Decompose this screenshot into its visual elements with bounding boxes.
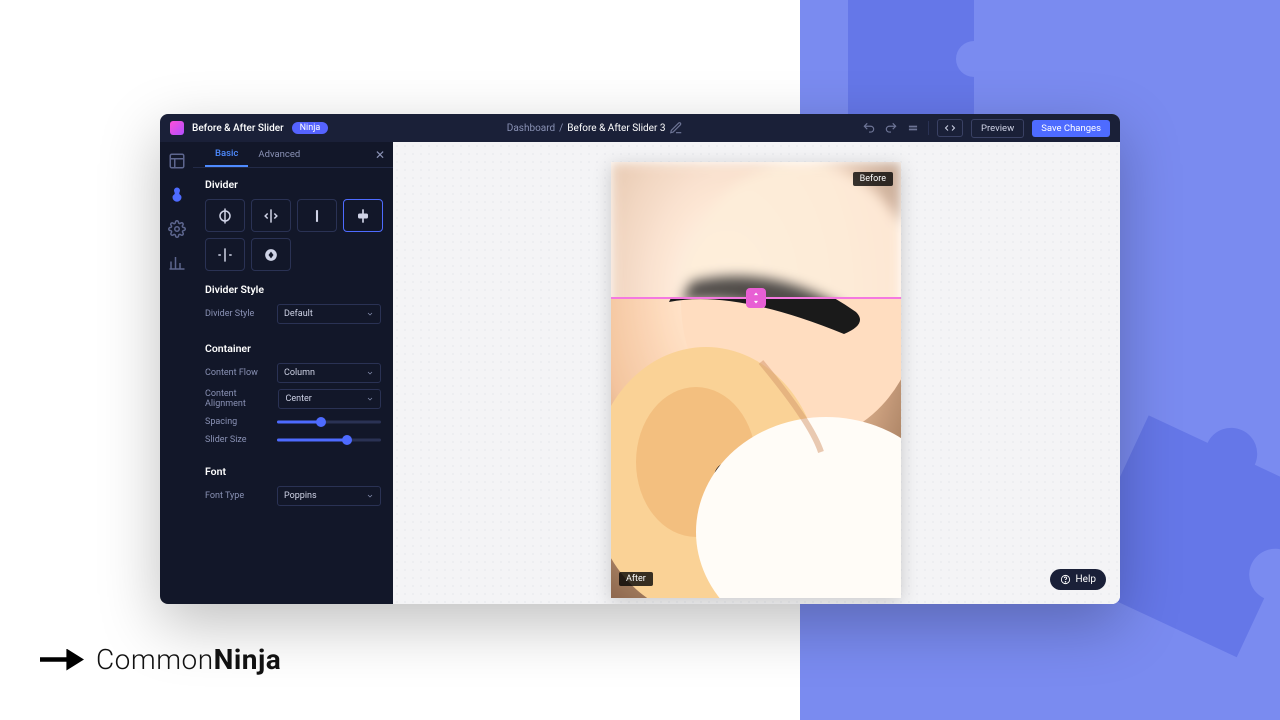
divider-option-3[interactable] (297, 199, 337, 232)
app-window: Before & After Slider Ninja Dashboard / … (160, 114, 1120, 604)
divider-options (205, 199, 381, 271)
chevron-down-icon (366, 310, 374, 318)
spacing-slider[interactable] (277, 417, 381, 427)
arrow-down-icon (751, 298, 761, 305)
before-label: Before (853, 172, 893, 186)
divider-style-label: Divider Style (205, 309, 254, 319)
content-flow-select[interactable]: Column (277, 363, 381, 383)
arrow-up-icon (751, 291, 761, 298)
divider-option-6[interactable] (251, 238, 291, 271)
panel-tabs: Basic Advanced ✕ (193, 142, 393, 168)
brand: CommonNinja (40, 643, 281, 676)
help-label: Help (1076, 574, 1096, 585)
preview-canvas[interactable]: Before After Help (393, 142, 1120, 604)
plan-badge: Ninja (292, 122, 329, 134)
preview-button[interactable]: Preview (971, 119, 1024, 138)
chevron-down-icon (366, 492, 374, 500)
brand-text: CommonNinja (96, 643, 281, 676)
chevron-down-icon (366, 395, 374, 403)
help-button[interactable]: Help (1050, 569, 1106, 590)
help-icon (1060, 574, 1071, 585)
breadcrumb-root[interactable]: Dashboard (507, 123, 555, 134)
content-alignment-label: Content Alignment (205, 389, 278, 409)
tab-advanced[interactable]: Advanced (248, 142, 310, 167)
code-button[interactable] (937, 119, 963, 137)
topbar: Before & After Slider Ninja Dashboard / … (160, 114, 1120, 142)
font-type-value: Poppins (284, 491, 317, 501)
before-after-frame[interactable]: Before After (611, 162, 901, 598)
settings-panel: Basic Advanced ✕ Divider (193, 142, 393, 604)
app-title: Before & After Slider (192, 123, 284, 134)
after-label: After (619, 572, 653, 586)
content-flow-value: Column (284, 368, 315, 378)
save-button[interactable]: Save Changes (1032, 120, 1110, 137)
divider-handle[interactable] (746, 288, 766, 308)
divider-option-5[interactable] (205, 238, 245, 271)
breadcrumb-current[interactable]: Before & After Slider 3 (567, 123, 665, 134)
divider-option-2[interactable] (251, 199, 291, 232)
divider-style-section-title: Divider Style (205, 283, 381, 296)
redo-icon[interactable] (884, 121, 898, 135)
divider-option-1[interactable] (205, 199, 245, 232)
nav-analytics-icon[interactable] (168, 254, 186, 272)
iconbar (160, 142, 193, 604)
close-panel-icon[interactable]: ✕ (375, 148, 385, 162)
nav-layout-icon[interactable] (168, 152, 186, 170)
undo-icon[interactable] (862, 121, 876, 135)
topbar-divider (928, 121, 929, 135)
font-type-select[interactable]: Poppins (277, 486, 381, 506)
content-flow-label: Content Flow (205, 368, 258, 378)
nav-settings-icon[interactable] (168, 220, 186, 238)
content-alignment-select[interactable]: Center (278, 389, 381, 409)
container-section-title: Container (205, 342, 381, 355)
divider-section-title: Divider (205, 178, 381, 191)
content-alignment-value: Center (285, 394, 311, 404)
edit-title-icon[interactable] (669, 121, 683, 135)
slider-size-label: Slider Size (205, 435, 247, 445)
chevron-down-icon (366, 369, 374, 377)
breadcrumb-sep: / (559, 123, 563, 134)
nav-style-icon[interactable] (168, 186, 186, 204)
spacing-label: Spacing (205, 417, 237, 427)
font-type-label: Font Type (205, 491, 244, 501)
divider-style-select[interactable]: Default (277, 304, 381, 324)
tab-basic[interactable]: Basic (205, 142, 248, 167)
app-logo-icon (170, 121, 184, 135)
after-image (611, 298, 901, 598)
divider-option-4[interactable] (343, 199, 383, 232)
layers-icon[interactable] (906, 121, 920, 135)
slider-size-slider[interactable] (277, 435, 381, 445)
divider-style-value: Default (284, 309, 313, 319)
brand-logo-icon (40, 649, 84, 671)
font-section-title: Font (205, 465, 381, 478)
